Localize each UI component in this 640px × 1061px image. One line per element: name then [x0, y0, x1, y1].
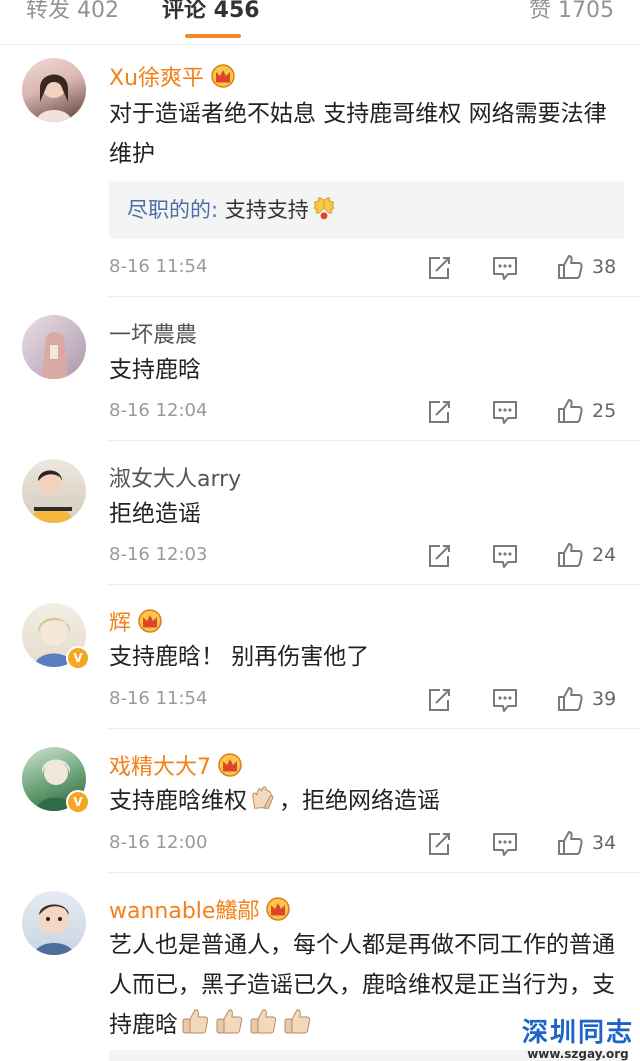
username[interactable]: Xu徐爽平: [109, 60, 236, 92]
thumbs-up-emoji-icon: [248, 1006, 278, 1036]
divider: [108, 440, 640, 441]
like-count: 25: [592, 400, 617, 422]
repost-icon[interactable]: [426, 543, 452, 569]
verified-badge-icon: V: [66, 646, 90, 670]
like-icon[interactable]: [556, 541, 584, 569]
like-icon[interactable]: [556, 397, 584, 425]
thumbs-up-emoji-icon: [214, 1006, 244, 1036]
comment-time: 8-16 12:00: [109, 832, 208, 853]
like-count: 34: [592, 832, 617, 854]
watermark-url: www.szgay.org: [527, 1047, 629, 1061]
comment-text: 支持鹿晗维权 ，拒绝网络造谣: [109, 781, 624, 821]
comment-icon[interactable]: [491, 543, 519, 569]
avatar[interactable]: [22, 459, 86, 523]
vip-crown-icon: [210, 64, 236, 88]
repost-icon[interactable]: [426, 687, 452, 713]
praying-hands-emoji-icon: [249, 784, 277, 812]
username[interactable]: 淑女大人arry: [109, 461, 241, 493]
comment-icon[interactable]: [491, 831, 519, 857]
reply-text: 支持支持: [224, 198, 309, 222]
comment-text: 支持鹿晗！ 别再伤害他了: [109, 644, 370, 670]
vip-crown-icon: [265, 897, 291, 921]
comment-text: 支持鹿晗: [109, 357, 201, 383]
thumbs-up-emoji-icon: [180, 1006, 210, 1036]
divider: [108, 728, 640, 729]
username[interactable]: 辉: [109, 605, 163, 637]
username[interactable]: 戏精大大7: [109, 749, 243, 781]
tab-reposts[interactable]: 转发 402: [26, 0, 119, 24]
like-icon[interactable]: [556, 829, 584, 857]
comment-time: 8-16 12:03: [109, 544, 208, 565]
tab-comments[interactable]: 评论 456: [162, 0, 260, 24]
comment-text: 拒绝造谣: [109, 501, 201, 527]
like-count: 39: [592, 688, 617, 710]
divider: [108, 584, 640, 585]
comment-icon[interactable]: [491, 399, 519, 425]
reply-author[interactable]: 尽职的的:: [127, 198, 218, 222]
repost-icon[interactable]: [426, 399, 452, 425]
active-tab-indicator: [185, 34, 241, 38]
reply-preview[interactable]: 尽职的的: 支持支持: [109, 181, 624, 239]
repost-icon[interactable]: [426, 255, 452, 281]
hands-emoji-icon: [311, 195, 337, 221]
comment-time: 8-16 11:54: [109, 256, 208, 277]
watermark: 深圳同志 www.szgay.org: [522, 1012, 634, 1061]
username[interactable]: 一坏農農: [109, 317, 197, 349]
comment-time: 8-16 12:04: [109, 400, 208, 421]
comment-text: 对于造谣者绝不姑息 支持鹿哥维权 网络需要法律维护: [109, 101, 607, 167]
verified-badge-icon: V: [66, 790, 90, 814]
divider: [108, 296, 640, 297]
avatar[interactable]: [22, 891, 86, 955]
divider: [108, 872, 640, 873]
like-icon[interactable]: [556, 685, 584, 713]
comment-tabs: 转发 402 评论 456 赞 1705: [0, 0, 640, 45]
username[interactable]: wannable鱶鄗: [109, 893, 291, 925]
like-count: 38: [592, 256, 617, 278]
vip-crown-icon: [217, 753, 243, 777]
comment-icon[interactable]: [491, 687, 519, 713]
avatar[interactable]: [22, 315, 86, 379]
like-count: 24: [592, 544, 617, 566]
avatar[interactable]: [22, 58, 86, 122]
watermark-title: 深圳同志: [521, 1018, 634, 1048]
comment-icon[interactable]: [491, 255, 519, 281]
vip-crown-icon: [137, 609, 163, 633]
thumbs-up-emoji-icon: [282, 1006, 312, 1036]
like-icon[interactable]: [556, 253, 584, 281]
comment-time: 8-16 11:54: [109, 688, 208, 709]
repost-icon[interactable]: [426, 831, 452, 857]
tab-likes[interactable]: 赞 1705: [529, 0, 614, 24]
